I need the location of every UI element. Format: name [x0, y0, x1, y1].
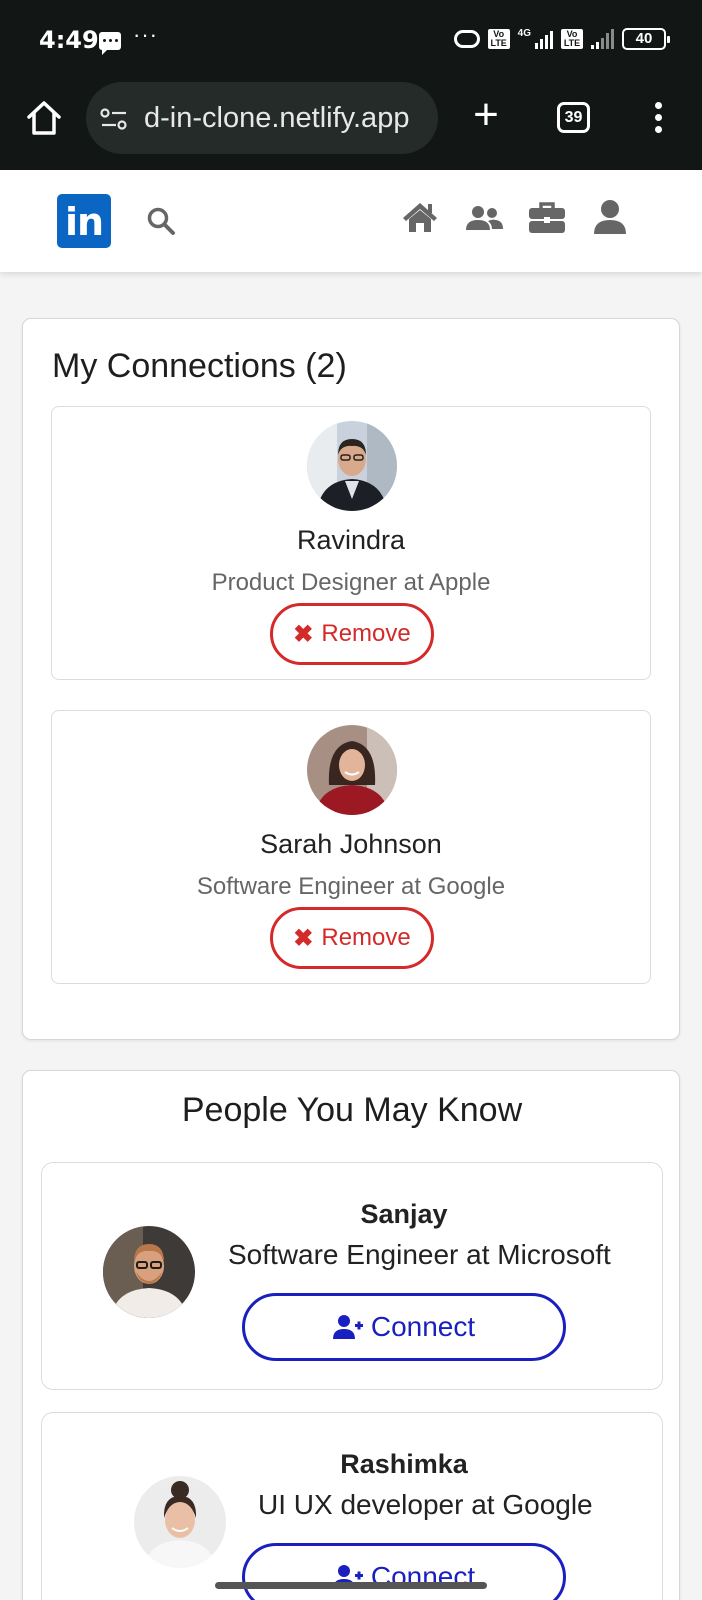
status-time: 4:49: [39, 26, 99, 54]
suggestion-card: Rashimka UI UX developer at Google Conne…: [41, 1412, 663, 1600]
suggestion-card: Sanjay Software Engineer at Microsoft Co…: [41, 1162, 663, 1390]
message-icon: [99, 32, 121, 55]
signal-icon-2: [591, 29, 614, 49]
suggestion-name: Rashimka: [340, 1449, 468, 1479]
browser-toolbar: d-in-clone.netlify.app + 39: [0, 80, 702, 170]
volte-tag: Vo LTE: [487, 29, 510, 49]
signal-icon: [535, 29, 553, 49]
remove-button[interactable]: ✖ Remove: [270, 907, 434, 969]
battery-icon: 40: [622, 28, 670, 50]
connections-title: My Connections (2): [52, 347, 347, 385]
browser-menu-icon[interactable]: [653, 102, 663, 134]
remove-label: Remove: [321, 620, 411, 647]
avatar: [307, 421, 397, 511]
network-type: 4G: [517, 28, 531, 39]
home-icon[interactable]: [24, 98, 64, 138]
connection-name: Ravindra: [296, 525, 406, 555]
connections-panel: My Connections (2) Ravindra Product Desi…: [22, 318, 680, 1040]
connection-name: Sarah Johnson: [260, 829, 442, 859]
add-user-icon: [332, 1315, 363, 1339]
connect-label: Connect: [370, 1311, 476, 1342]
avatar: [134, 1476, 226, 1568]
avatar: [307, 725, 397, 815]
app-navbar: in: [0, 170, 702, 272]
avatar: [103, 1226, 195, 1318]
suggestion-role: Software Engineer at Microsoft: [228, 1239, 611, 1270]
remove-button[interactable]: ✖ Remove: [270, 603, 434, 665]
connect-button[interactable]: Connect: [242, 1543, 566, 1600]
hotspot-link-icon: [453, 30, 480, 48]
status-indicators: Vo LTE 4G Vo LTE 40: [453, 28, 670, 50]
url-text[interactable]: d-in-clone.netlify.app: [144, 102, 434, 135]
jobs-briefcase-icon[interactable]: [527, 198, 567, 238]
connect-button[interactable]: Connect: [242, 1293, 566, 1361]
status-bar: 4:49 ··· Vo LTE 4G Vo LTE 40: [0, 0, 702, 80]
close-icon: ✖: [293, 620, 314, 648]
tab-switcher-button[interactable]: 39: [557, 102, 590, 133]
connection-role: Product Designer at Apple: [211, 569, 491, 596]
network-icon[interactable]: [464, 198, 504, 238]
more-notifications-icon: ···: [133, 22, 158, 47]
connection-card: Ravindra Product Designer at Apple ✖ Rem…: [51, 406, 651, 680]
address-bar[interactable]: d-in-clone.netlify.app: [86, 82, 438, 154]
suggestions-title: People You May Know: [181, 1091, 523, 1129]
connection-role: Software Engineer at Google: [196, 873, 506, 900]
close-icon: ✖: [293, 924, 314, 952]
suggestions-panel: People You May Know Sanjay Software Engi…: [22, 1070, 680, 1600]
linkedin-logo[interactable]: in: [57, 194, 111, 248]
volte-tag-2: Vo LTE: [561, 29, 583, 49]
new-tab-button[interactable]: +: [468, 93, 504, 137]
suggestion-role: UI UX developer at Google: [258, 1489, 593, 1520]
gesture-bar[interactable]: [215, 1582, 487, 1589]
connection-card: Sarah Johnson Software Engineer at Googl…: [51, 710, 651, 984]
suggestion-name: Sanjay: [360, 1199, 448, 1229]
search-icon[interactable]: [146, 206, 176, 236]
site-settings-icon[interactable]: [100, 108, 128, 130]
remove-label: Remove: [321, 924, 411, 951]
home-nav-icon[interactable]: [400, 198, 440, 238]
profile-icon[interactable]: [590, 198, 630, 238]
